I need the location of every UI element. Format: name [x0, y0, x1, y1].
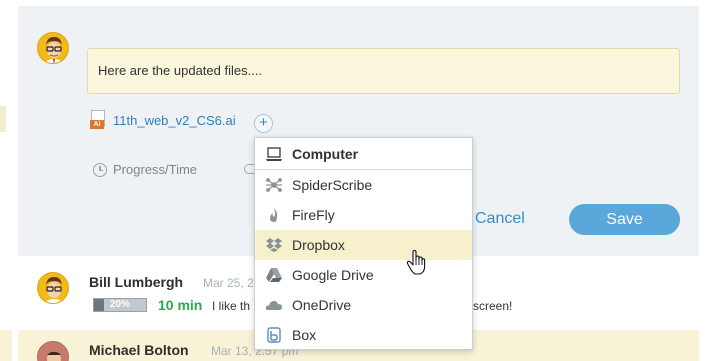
left-highlight-bottom — [0, 330, 12, 361]
left-highlight — [0, 106, 6, 132]
avatar — [37, 272, 69, 304]
box-icon — [267, 327, 281, 343]
avatar — [37, 32, 69, 64]
dropdown-item-label: Box — [292, 327, 317, 343]
app-root: Here are the updated files.... Ai 11th_w… — [0, 0, 709, 361]
progress-time-button[interactable]: Progress/Time — [93, 162, 197, 177]
dropdown-item-computer[interactable]: Computer — [255, 138, 472, 170]
dropdown-item-label: Google Drive — [292, 267, 374, 283]
comment-text: I like th — [212, 299, 251, 313]
dropdown-item-label: FireFly — [292, 207, 335, 223]
clock-icon — [93, 162, 107, 177]
illustrator-file-icon: Ai — [90, 110, 106, 130]
avatar — [37, 341, 69, 361]
dropdown-item-onedrive[interactable]: OneDrive — [255, 290, 472, 320]
dropdown-item-dropbox[interactable]: Dropbox — [255, 230, 472, 260]
laptop-icon — [266, 147, 282, 161]
comment-text-end: screen! — [473, 299, 513, 313]
eye-icon[interactable] — [244, 164, 254, 174]
elapsed-time: 10 min — [158, 297, 203, 313]
attach-source-dropdown: Computer SpiderScribe FireFly Dropbox Go… — [254, 137, 473, 350]
save-button[interactable]: Save — [569, 204, 680, 235]
add-attachment-button[interactable]: + — [254, 114, 273, 133]
progress-bar: 20% — [93, 298, 147, 312]
cancel-button[interactable]: Cancel — [475, 210, 525, 228]
dropdown-item-spiderscribe[interactable]: SpiderScribe — [255, 170, 472, 200]
dropdown-item-google-drive[interactable]: Google Drive — [255, 260, 472, 290]
comment-date: Mar 25, 2 — [203, 276, 254, 290]
comment-author: Bill Lumbergh — [89, 274, 184, 290]
avatar-image — [38, 273, 68, 303]
dropdown-item-label: OneDrive — [292, 297, 352, 313]
firefly-icon — [270, 208, 278, 222]
dropdown-item-box[interactable]: Box — [255, 320, 472, 350]
dropdown-item-label: SpiderScribe — [292, 177, 373, 193]
avatar-image — [38, 33, 68, 63]
onedrive-icon — [265, 301, 282, 310]
dropdown-item-firefly[interactable]: FireFly — [255, 200, 472, 230]
spiderscribe-icon — [266, 178, 282, 192]
left-strip — [0, 0, 12, 361]
dropdown-item-label: Dropbox — [292, 237, 345, 253]
avatar-image — [38, 342, 68, 361]
attachment-filename[interactable]: 11th_web_v2_CS6.ai — [113, 113, 236, 128]
dropbox-icon — [266, 238, 282, 252]
dropdown-item-label: Computer — [292, 146, 359, 162]
comment-author: Michael Bolton — [89, 342, 189, 358]
progress-percent: 20% — [109, 299, 130, 310]
hand-cursor-icon — [406, 250, 426, 275]
google-drive-icon — [266, 268, 282, 282]
progress-time-label: Progress/Time — [113, 162, 198, 177]
attachment[interactable]: Ai 11th_web_v2_CS6.ai — [90, 110, 236, 130]
message-input[interactable]: Here are the updated files.... — [87, 48, 680, 94]
